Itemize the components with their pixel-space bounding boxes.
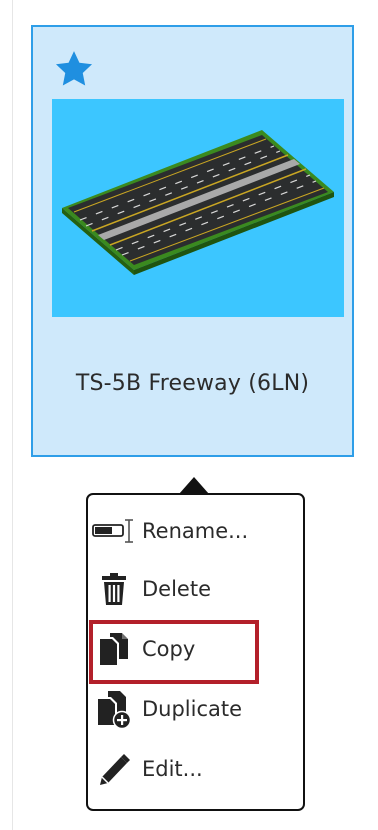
star-icon[interactable] [52, 48, 96, 90]
copy-icon [88, 627, 140, 671]
pencil-icon [88, 747, 140, 791]
menu-item-label: Rename... [142, 519, 249, 543]
rename-icon [88, 509, 140, 553]
trash-icon [88, 567, 140, 611]
asset-title: TS-5B Freeway (6LN) [75, 371, 310, 396]
asset-card[interactable]: TS-5B Freeway (6LN) [31, 25, 354, 457]
menu-item-label: Edit... [142, 757, 203, 781]
menu-item-label: Duplicate [142, 697, 243, 721]
panel-divider [12, 0, 13, 830]
asset-thumbnail [52, 99, 344, 317]
menu-item-edit[interactable]: Edit... [88, 746, 303, 792]
menu-item-duplicate[interactable]: Duplicate [88, 686, 303, 732]
menu-item-delete[interactable]: Delete [88, 566, 303, 612]
menu-item-copy[interactable]: Copy [88, 626, 303, 672]
duplicate-icon [88, 687, 140, 731]
menu-item-rename[interactable]: Rename... [88, 508, 303, 554]
menu-item-label: Delete [142, 577, 211, 601]
context-menu: Rename... Delete Copy Duplicate Edit... [86, 493, 305, 811]
menu-item-label: Copy [142, 637, 196, 661]
menu-pointer [179, 477, 209, 494]
